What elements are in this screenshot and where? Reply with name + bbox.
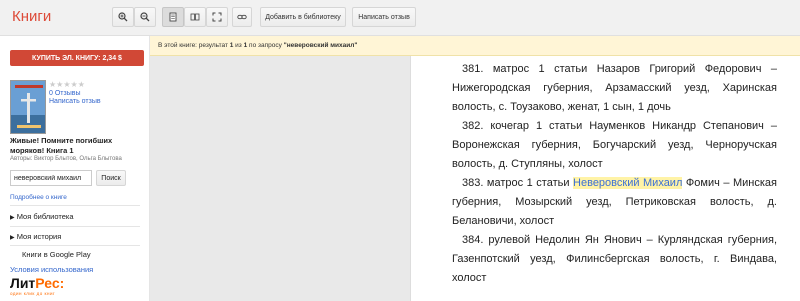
sidebar-divider	[10, 226, 140, 227]
buy-ebook-button[interactable]: КУПИТЬ ЭЛ. КНИГУ: 2,34 $	[10, 50, 144, 66]
notice-result-index: 1	[229, 42, 234, 49]
terms-of-use-link[interactable]: Условия использования	[10, 265, 93, 274]
notice-by-query: по запросу	[249, 42, 282, 49]
write-review-link[interactable]: Написать отзыв	[49, 98, 101, 105]
fullscreen-icon	[212, 12, 222, 22]
entry-384: 384. рулевой Недолин Ян Янович – Курлянд…	[452, 231, 777, 288]
rating-stars[interactable]: ★★★★★	[49, 80, 85, 89]
triangle-right-icon: ▶	[10, 235, 15, 241]
viewer-background	[150, 56, 410, 301]
sidebar-divider	[10, 245, 140, 246]
zoom-out-icon	[140, 12, 150, 22]
more-about-book-link[interactable]: Подробнее о книге	[10, 194, 67, 201]
search-button[interactable]: Поиск	[96, 170, 126, 186]
entry-382-text: 382. кочегар 1 статьи Науменков Никандр …	[452, 120, 777, 170]
notice-of: из	[235, 42, 242, 49]
reviews-link[interactable]: 0 Отзывы	[49, 90, 80, 97]
write-review-button[interactable]: Написать отзыв	[352, 7, 416, 27]
two-page-view-button[interactable]	[184, 7, 206, 27]
search-in-book-input[interactable]	[10, 170, 92, 186]
page-text: 381. матрос 1 статьи Назаров Григорий Фе…	[452, 60, 777, 288]
book-cover-image	[11, 81, 45, 133]
entry-383-text-start: 383. матрос 1 статьи	[462, 177, 574, 189]
zoom-in-icon	[118, 12, 128, 22]
logo-text: Лит	[10, 275, 36, 291]
search-result-notice: В этой книге: результат 1 из 1 по запрос…	[150, 36, 800, 56]
sidebar: КУПИТЬ ЭЛ. КНИГУ: 2,34 $ ★★★★★ 0 Отзывы …	[0, 36, 150, 301]
entry-381: 381. матрос 1 статьи Назаров Григорий Фе…	[452, 60, 777, 117]
logo-accent-text: Рес:	[35, 275, 65, 291]
litres-logo[interactable]: ЛитРес:	[10, 275, 64, 291]
triangle-right-icon: ▶	[10, 215, 15, 221]
book-authors: Авторы: Виктор Блытов, Ольга Блытова	[10, 156, 122, 162]
sidebar-item-my-history[interactable]: ▶ Моя история	[10, 232, 61, 241]
entry-382: 382. кочегар 1 статьи Науменков Никандр …	[452, 117, 777, 174]
entry-381-text: 381. матрос 1 статьи Назаров Григорий Фе…	[452, 63, 777, 113]
notice-prefix: В этой книге: результат	[158, 42, 228, 49]
book-title: Живые! Помните погибших моряков! Книга 1	[10, 136, 113, 155]
sidebar-divider	[10, 205, 140, 206]
sidebar-item-my-library[interactable]: ▶ Моя библиотека	[10, 212, 74, 221]
single-page-icon	[169, 12, 177, 22]
link-button[interactable]	[232, 7, 252, 27]
zoom-in-button[interactable]	[112, 7, 134, 27]
entry-383: 383. матрос 1 статьи Неверовский Михаил …	[452, 174, 777, 231]
sidebar-item-label: Моя история	[16, 232, 62, 241]
entry-384-text: 384. рулевой Недолин Ян Янович – Курлянд…	[452, 234, 777, 284]
search-highlight[interactable]: Неверовский Михаил	[573, 177, 683, 189]
top-toolbar: Книги Добавить в библиотеку Написать отз…	[0, 0, 800, 36]
sidebar-item-label: Моя библиотека	[16, 212, 74, 221]
add-to-library-button[interactable]: Добавить в библиотеку	[260, 7, 346, 27]
book-cover[interactable]	[10, 80, 46, 134]
app-title[interactable]: Книги	[12, 8, 51, 25]
link-icon	[237, 14, 247, 20]
single-page-view-button[interactable]	[162, 7, 184, 27]
notice-result-total: 1	[243, 42, 248, 49]
sidebar-item-google-play[interactable]: Книги в Google Play	[22, 250, 91, 259]
logo-tagline: один клик до книг	[10, 291, 56, 296]
notice-query: "неверовский михаил"	[283, 42, 358, 49]
zoom-out-button[interactable]	[134, 7, 156, 27]
two-page-icon	[190, 13, 200, 21]
fullscreen-button[interactable]	[206, 7, 228, 27]
